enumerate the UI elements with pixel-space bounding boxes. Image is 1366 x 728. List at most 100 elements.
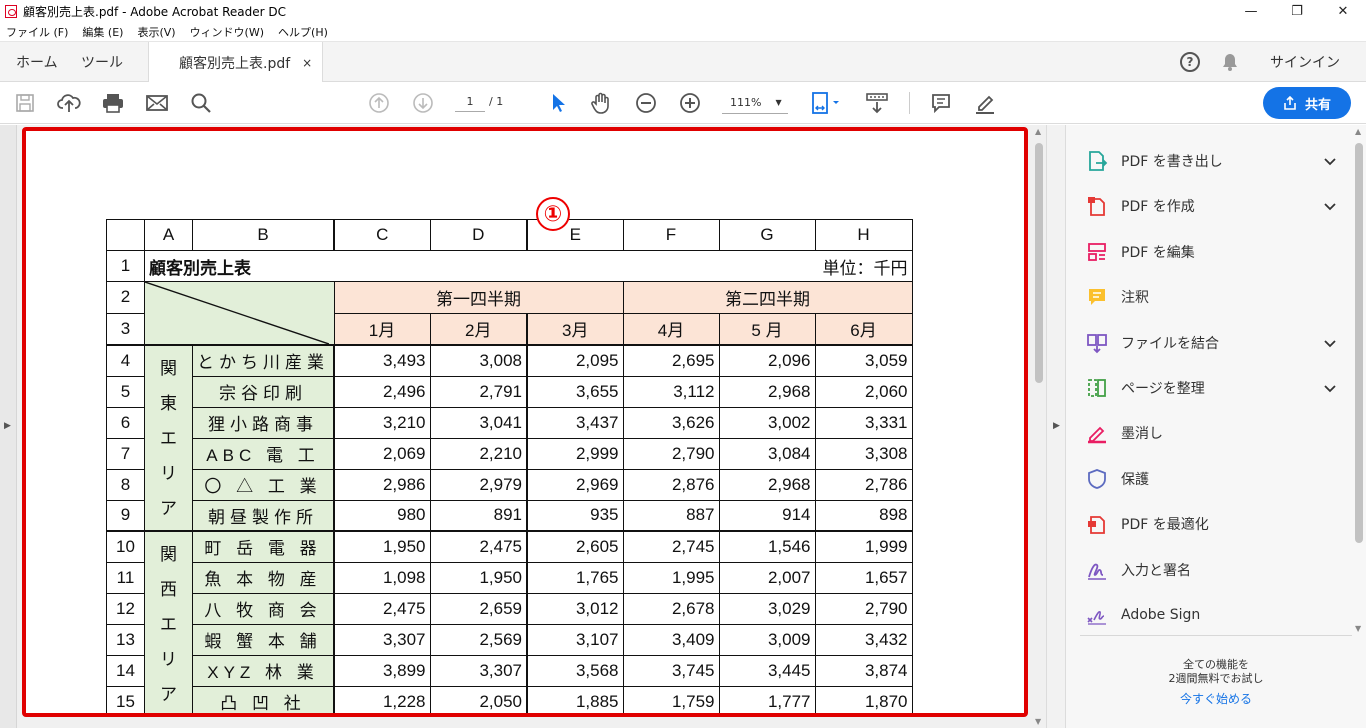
save-icon[interactable] [12,90,38,116]
sales-value: 3,002 [718,406,816,439]
sales-value: 3,012 [526,592,624,625]
row-number: 15 [106,685,145,713]
minimize-button[interactable]: — [1228,0,1274,22]
select-cursor-icon[interactable] [545,90,571,116]
sales-value: 3,437 [526,406,624,439]
start-trial-link[interactable]: 今すぐ始める [1080,692,1352,706]
menu-edit[interactable]: 編集 (E) [82,24,123,40]
close-window-button[interactable]: ✕ [1320,0,1366,22]
chevron-right-icon: ▶ [1053,421,1060,431]
sales-value: 3,112 [622,375,720,408]
tab-tools[interactable]: ツール [81,42,123,82]
tool-item-edit-pdf[interactable]: PDF を編集 [1086,235,1336,269]
row-number: 11 [106,561,145,594]
sales-value: 2,968 [718,375,816,408]
sales-value: 2,968 [718,468,816,501]
page-number-input[interactable]: 1 [455,95,485,112]
tool-item-label: PDF を書き出し [1121,154,1223,170]
next-page-icon[interactable] [410,90,436,116]
print-icon[interactable] [100,90,126,116]
zoom-level-dropdown[interactable]: 111% ▼ [722,92,788,114]
fit-page-icon[interactable] [808,90,844,116]
page-total-label: / 1 [489,95,504,108]
month-header: 5 月 [718,312,816,346]
acrobat-app-icon [5,4,17,18]
scroll-thumb[interactable] [1355,143,1363,543]
tool-item-label: ページを整理 [1121,381,1205,397]
close-tab-icon[interactable]: × [302,56,312,70]
chevron-down-icon[interactable] [1324,199,1336,215]
sales-value: 2,999 [526,437,624,470]
scroll-down-icon[interactable]: ▼ [1355,624,1361,633]
tools-pane-scrollbar[interactable]: ▲ ▼ [1352,125,1366,635]
month-header: 3月 [526,312,624,346]
tool-item-optimize-pdf[interactable]: PDF を最適化 [1086,507,1336,541]
share-button[interactable]: 共有 [1263,87,1351,119]
upload-cloud-icon[interactable] [56,90,82,116]
tool-item-comment[interactable]: 注釈 [1086,280,1336,314]
area-label: 関東エリア [144,344,193,532]
comment-icon[interactable] [928,90,954,116]
month-header: 4月 [622,312,720,346]
menu-file[interactable]: ファイル (F) [6,24,68,40]
corner-cell [106,219,145,251]
scroll-up-icon[interactable]: ▲ [1035,127,1041,136]
scroll-mode-icon[interactable] [864,90,890,116]
highlight-pen-icon[interactable] [972,90,998,116]
sales-value: 1,098 [333,561,431,594]
sales-value: 1,546 [718,530,816,563]
tool-item-combine-files[interactable]: ファイルを結合 [1086,326,1336,360]
tool-item-export-pdf[interactable]: PDF を書き出し [1086,144,1336,178]
sales-value: 3,107 [526,623,624,656]
signin-link[interactable]: サインイン [1270,52,1340,72]
company-name: 八 牧 商 会 [192,592,335,625]
scroll-up-icon[interactable]: ▲ [1355,127,1361,136]
company-name: 魚 本 物 産 [192,561,335,594]
sales-value: 2,695 [622,344,720,377]
tab-document[interactable]: 顧客別売上表.pdf × [148,42,324,83]
sales-value: 2,007 [718,561,816,594]
scroll-down-icon[interactable]: ▼ [1035,717,1041,726]
sales-value: 1,228 [333,685,431,713]
maximize-button[interactable]: ❐ [1274,0,1320,22]
row-number: 2 [106,281,145,314]
left-pane-toggle[interactable]: ▶ [0,125,17,728]
diagonal-corner-cell [144,281,335,346]
tool-item-protect[interactable]: 保護 [1086,462,1336,496]
tool-item-adobe-sign[interactable]: Adobe Sign [1086,598,1336,632]
tool-item-organize-pages[interactable]: ページを整理 [1086,371,1336,405]
search-icon[interactable] [188,90,214,116]
tool-item-create-pdf[interactable]: PDF を作成 [1086,189,1336,223]
table-row: 6 狸小路商事 3,210 3,041 3,437 3,626 3,002 3,331 [106,406,913,439]
window-controls: — ❐ ✕ [1228,0,1366,22]
zoom-out-icon[interactable] [633,90,659,116]
menu-view[interactable]: 表示(V) [137,24,175,40]
chevron-down-icon[interactable] [1324,154,1336,170]
tool-item-redact[interactable]: 墨消し [1086,416,1336,450]
sales-value: 3,307 [429,654,528,687]
chevron-down-icon[interactable] [1324,381,1336,397]
menu-window[interactable]: ウィンドウ(W) [190,24,264,40]
sales-value: 3,009 [718,623,816,656]
zoom-in-icon[interactable] [677,90,703,116]
help-icon[interactable]: ? [1180,52,1200,72]
table-row: 14 XYZ 林 業 3,899 3,307 3,568 3,745 3,445 3,874 [106,654,913,687]
sales-value: 3,331 [814,406,913,439]
sales-value: 2,791 [429,375,528,408]
chevron-down-icon[interactable] [1324,336,1336,352]
email-icon[interactable] [144,90,170,116]
redact-icon [1086,422,1108,444]
notification-bell-icon[interactable] [1220,52,1240,72]
sales-value: 2,876 [622,468,720,501]
scroll-thumb[interactable] [1035,143,1043,383]
previous-page-icon[interactable] [366,90,392,116]
menu-help[interactable]: ヘルプ(H) [278,24,328,40]
tool-item-fill-sign[interactable]: 入力と署名 [1086,553,1336,587]
right-pane-toggle[interactable]: ▶ [1046,125,1066,728]
company-name: 朝昼製作所 [192,499,335,532]
document-scrollbar[interactable]: ▲ ▼ [1032,125,1046,728]
tab-home[interactable]: ホーム [16,42,58,82]
month-header: 6月 [814,312,913,346]
tool-item-label: 入力と署名 [1121,562,1191,579]
hand-tool-icon[interactable] [588,90,614,116]
